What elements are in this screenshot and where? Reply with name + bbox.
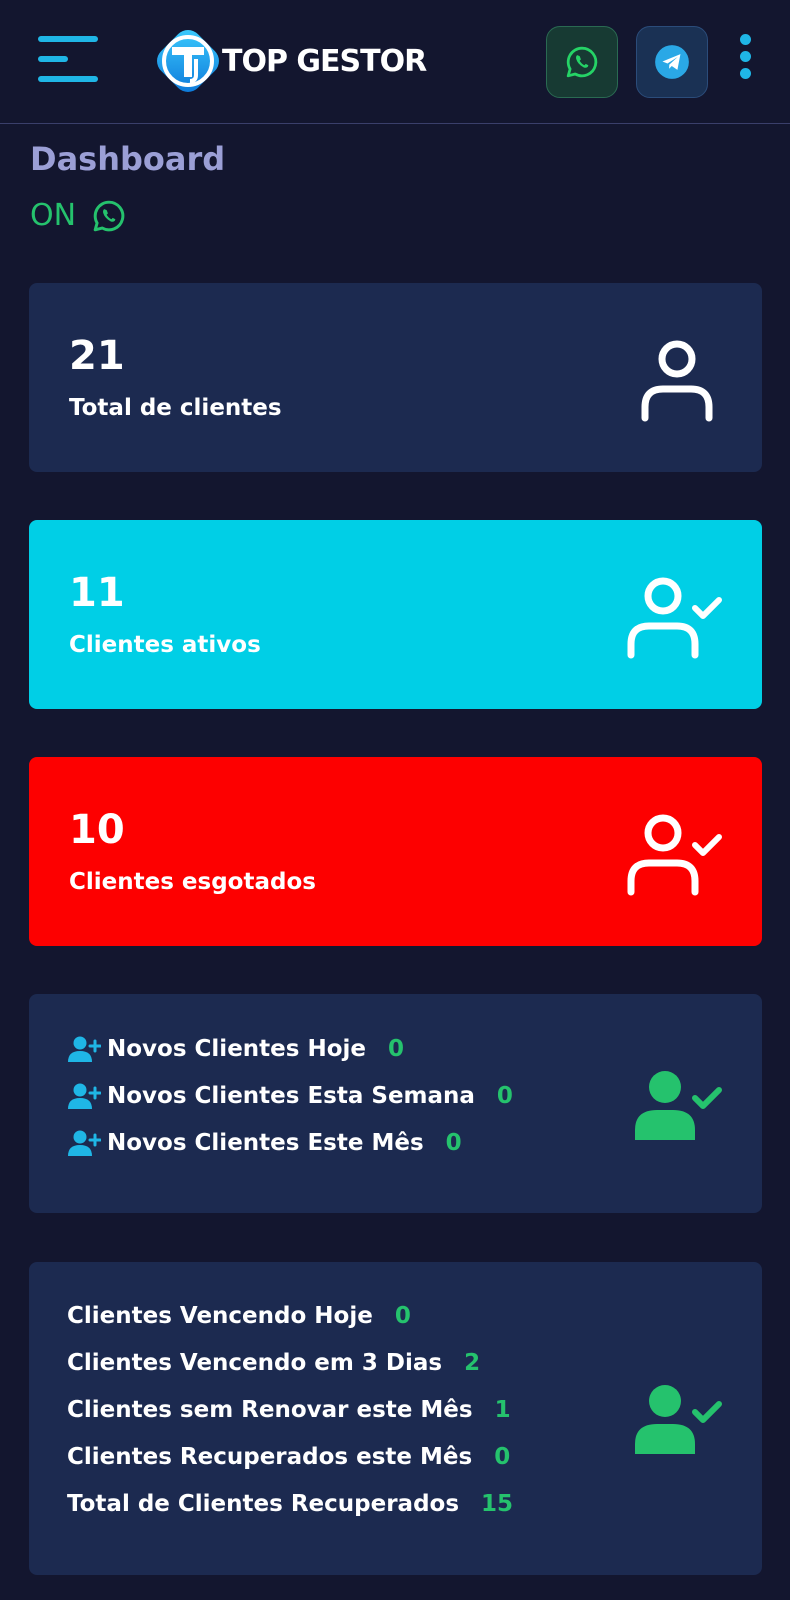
user-plus-icon [68, 1083, 101, 1109]
user-plus-icon [68, 1036, 101, 1062]
list-item[interactable]: Novos Clientes Esta Semana 0 [67, 1072, 513, 1119]
list-item[interactable]: Clientes sem Renovar este Mês 1 [67, 1386, 513, 1433]
expired-clients-card[interactable]: 10 Clientes esgotados [29, 757, 762, 946]
logo-mark-icon [157, 30, 219, 92]
active-clients-label: Clientes ativos [69, 632, 261, 658]
expired-clients-value: 10 [69, 807, 125, 853]
expiring-clients-card: Clientes Vencendo Hoje 0 Clientes Vencen… [29, 1262, 762, 1575]
whatsapp-icon [566, 46, 598, 78]
telegram-button[interactable] [636, 26, 708, 98]
total-clients-value: 21 [69, 333, 125, 379]
user-check-filled-icon [635, 1071, 722, 1140]
active-clients-value: 11 [69, 570, 125, 616]
user-outline-icon [641, 340, 713, 422]
brand-logo[interactable]: TOP GESTOR [152, 24, 427, 98]
brand-name: TOP GESTOR [222, 43, 427, 79]
list-item[interactable]: Total de Clientes Recuperados 15 [67, 1480, 513, 1527]
page-title: Dashboard [30, 140, 226, 178]
new-clients-list: Novos Clientes Hoje 0 Novos Clientes Est… [67, 1025, 513, 1166]
total-clients-label: Total de clientes [69, 395, 282, 421]
expired-clients-label: Clientes esgotados [69, 869, 316, 895]
whatsapp-icon [93, 200, 125, 231]
active-clients-card[interactable]: 11 Clientes ativos [29, 520, 762, 709]
total-clients-card[interactable]: 21 Total de clientes [29, 283, 762, 472]
app-header: TOP GESTOR [0, 0, 790, 124]
list-item[interactable]: Novos Clientes Hoje 0 [67, 1025, 513, 1072]
status-text: ON [30, 198, 77, 233]
whatsapp-button[interactable] [546, 26, 618, 98]
list-item[interactable]: Clientes Recuperados este Mês 0 [67, 1433, 513, 1480]
user-check-filled-icon [635, 1385, 722, 1454]
user-check-outline-icon [627, 814, 722, 896]
list-item[interactable]: Clientes Vencendo em 3 Dias 2 [67, 1339, 513, 1386]
expiring-clients-list: Clientes Vencendo Hoje 0 Clientes Vencen… [67, 1292, 513, 1527]
telegram-icon [655, 45, 689, 79]
user-plus-icon [68, 1130, 101, 1156]
list-item[interactable]: Novos Clientes Este Mês 0 [67, 1119, 513, 1166]
kebab-menu-icon[interactable] [734, 34, 758, 80]
list-item[interactable]: Clientes Vencendo Hoje 0 [67, 1292, 513, 1339]
user-check-outline-icon [627, 577, 722, 659]
new-clients-card: Novos Clientes Hoje 0 Novos Clientes Est… [29, 994, 762, 1213]
hamburger-menu-icon[interactable] [38, 36, 98, 82]
connection-status: ON [30, 198, 126, 233]
